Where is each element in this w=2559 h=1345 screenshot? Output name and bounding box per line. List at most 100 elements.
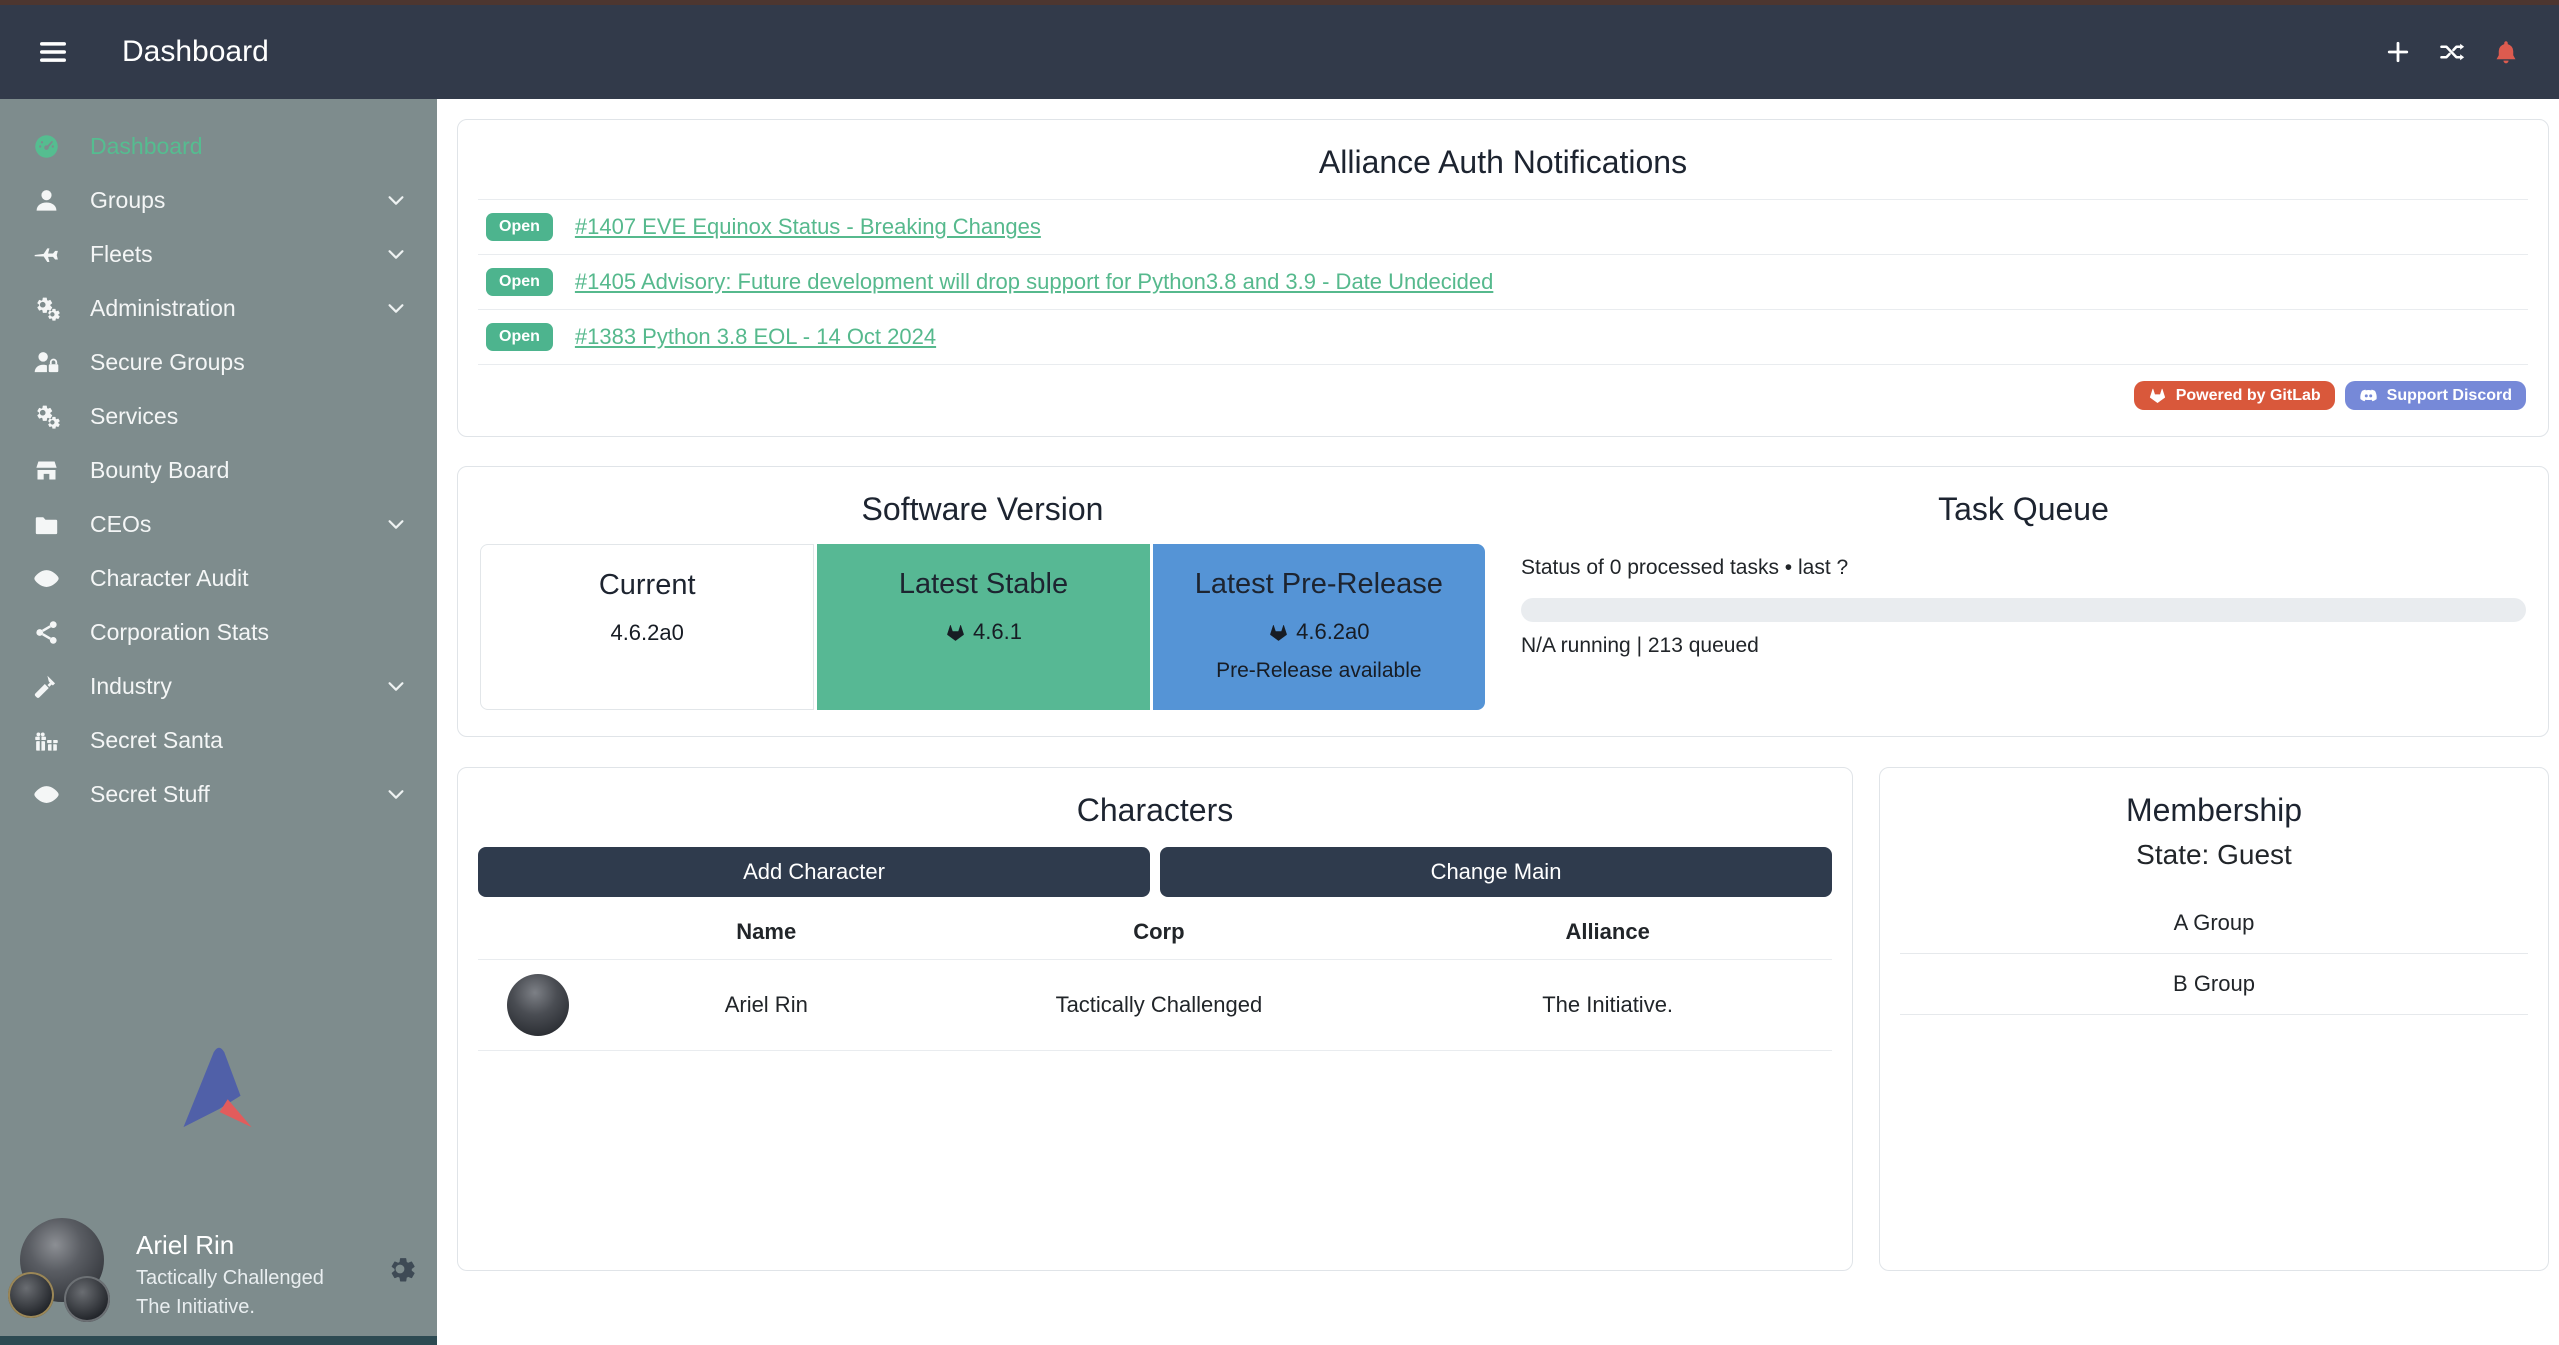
chevron-down-icon bbox=[385, 189, 407, 211]
add-character-button[interactable]: Add Character bbox=[478, 847, 1150, 897]
status-badge: Open bbox=[486, 323, 553, 351]
sidebar-item-ceos[interactable]: CEOs bbox=[0, 497, 437, 551]
gear-icon bbox=[385, 1254, 415, 1284]
sidebar-item-label: Industry bbox=[90, 673, 172, 700]
character-portrait bbox=[507, 974, 569, 1036]
sidebar-item-services[interactable]: Services bbox=[0, 389, 437, 443]
column-alliance: Alliance bbox=[1383, 903, 1832, 959]
sidebar-item-secret-stuff[interactable]: Secret Stuff bbox=[0, 767, 437, 821]
bell-icon bbox=[2492, 38, 2520, 66]
gitlab-icon bbox=[945, 622, 966, 643]
sidebar-toggle-button[interactable] bbox=[30, 30, 76, 74]
sidebar-user-panel: Ariel Rin Tactically Challenged The Init… bbox=[0, 1214, 437, 1336]
sidebar-item-corporation-stats[interactable]: Corporation Stats bbox=[0, 605, 437, 659]
notification-link[interactable]: #1407 EVE Equinox Status - Breaking Chan… bbox=[575, 214, 1041, 240]
hammer-icon bbox=[33, 673, 60, 700]
chevron-down-icon bbox=[385, 675, 407, 697]
corp-logo-badge bbox=[8, 1272, 54, 1318]
group-item: A Group bbox=[1900, 893, 2528, 954]
badge-label: Support Discord bbox=[2387, 387, 2512, 405]
sidebar-item-label: Dashboard bbox=[90, 133, 203, 160]
alliance-logo-badge bbox=[64, 1276, 110, 1322]
sidebar-item-administration[interactable]: Administration bbox=[0, 281, 437, 335]
add-character-nav-button[interactable] bbox=[2375, 30, 2421, 74]
sidebar-item-secure-groups[interactable]: Secure Groups bbox=[0, 335, 437, 389]
change-main-button[interactable]: Change Main bbox=[1160, 847, 1832, 897]
character-alliance: The Initiative. bbox=[1383, 977, 1832, 1033]
gitlab-badge[interactable]: Powered by GitLab bbox=[2134, 381, 2335, 410]
characters-panel: Characters Add Character Change Main Nam… bbox=[457, 767, 1853, 1271]
user-settings-button[interactable] bbox=[385, 1254, 415, 1287]
sidebar-item-secret-santa[interactable]: Secret Santa bbox=[0, 713, 437, 767]
version-box-label: Latest Stable bbox=[817, 568, 1149, 601]
character-row: Ariel RinTactically ChallengedThe Initia… bbox=[478, 959, 1832, 1051]
sidebar-item-dashboard[interactable]: Dashboard bbox=[0, 119, 437, 173]
sidebar-item-label: Secret Stuff bbox=[90, 781, 210, 808]
eye-icon bbox=[33, 781, 60, 808]
sidebar-menu: Dashboard Groups Fleets Administration Secur… bbox=[0, 119, 437, 821]
sidebar-item-industry[interactable]: Industry bbox=[0, 659, 437, 713]
sidebar-item-character-audit[interactable]: Character Audit bbox=[0, 551, 437, 605]
sidebar-item-label: Fleets bbox=[90, 241, 153, 268]
version-value: 4.6.2a0 bbox=[481, 620, 813, 646]
character-corp: Tactically Challenged bbox=[935, 977, 1384, 1033]
chevron-down-icon bbox=[385, 783, 407, 805]
gitlab-icon bbox=[2148, 386, 2167, 405]
user-alliance: The Initiative. bbox=[136, 1296, 367, 1319]
version-taskqueue-panel: Software Version Current4.6.2a0Latest St… bbox=[457, 466, 2549, 737]
version-boxes: Current4.6.2a0Latest Stable 4.6.1Latest P… bbox=[480, 544, 1485, 710]
gitlab-icon bbox=[1268, 622, 1289, 643]
switch-character-button[interactable] bbox=[2429, 30, 2475, 74]
task-queue-progressbar bbox=[1521, 598, 2526, 622]
sidebar-item-label: Corporation Stats bbox=[90, 619, 269, 646]
page-title: Dashboard bbox=[122, 35, 269, 69]
notifications-button[interactable] bbox=[2483, 30, 2529, 74]
notification-link[interactable]: #1405 Advisory: Future development will … bbox=[575, 269, 1493, 295]
notifications-title: Alliance Auth Notifications bbox=[458, 144, 2548, 181]
sidebar-item-label: Administration bbox=[90, 295, 236, 322]
user-icon bbox=[33, 187, 60, 214]
store-icon bbox=[33, 457, 60, 484]
character-name: Ariel Rin bbox=[598, 977, 935, 1033]
navbar-actions bbox=[2375, 30, 2529, 74]
share-icon bbox=[33, 619, 60, 646]
user-corp: Tactically Challenged bbox=[136, 1267, 367, 1290]
sidebar-item-label: Secret Santa bbox=[90, 727, 223, 754]
version-value: 4.6.1 bbox=[817, 619, 1149, 645]
status-badge: Open bbox=[486, 268, 553, 296]
membership-groups: A GroupB Group bbox=[1900, 893, 2528, 1015]
characters-title: Characters bbox=[458, 792, 1852, 829]
hamburger-icon bbox=[38, 37, 68, 67]
sidebar-item-fleets[interactable]: Fleets bbox=[0, 227, 437, 281]
external-badges-row: Powered by GitLab Support Discord bbox=[458, 365, 2548, 430]
notification-row: Open #1405 Advisory: Future development w… bbox=[478, 255, 2528, 310]
task-queue-status: Status of 0 processed tasks • last ? bbox=[1521, 556, 2526, 580]
software-version-title: Software Version bbox=[480, 491, 1485, 528]
shuffle-icon bbox=[2438, 38, 2466, 66]
notification-link[interactable]: #1383 Python 3.8 EOL - 14 Oct 2024 bbox=[575, 324, 936, 350]
notification-row: Open #1383 Python 3.8 EOL - 14 Oct 2024 bbox=[478, 310, 2528, 365]
sidebar-item-bounty-board[interactable]: Bounty Board bbox=[0, 443, 437, 497]
sidebar-item-label: Secure Groups bbox=[90, 349, 245, 376]
column-corp: Corp bbox=[935, 903, 1384, 959]
main-content: Alliance Auth Notifications Open #1407 EV… bbox=[437, 99, 2559, 1345]
characters-table: NameCorpAlliance Ariel RinTactically Cha… bbox=[478, 903, 1832, 1051]
chevron-down-icon bbox=[385, 243, 407, 265]
version-box-prerelease: Latest Pre-Release4.6.2a0Pre-Release ava… bbox=[1153, 544, 1485, 710]
sidebar-item-groups[interactable]: Groups bbox=[0, 173, 437, 227]
badge-label: Powered by GitLab bbox=[2176, 387, 2321, 405]
sidebar-footer-strip bbox=[0, 1336, 437, 1345]
cogs-icon bbox=[33, 403, 60, 430]
characters-table-header: NameCorpAlliance bbox=[478, 903, 1832, 959]
version-value: 4.6.2a0 bbox=[1153, 619, 1485, 645]
software-version-section: Software Version Current4.6.2a0Latest St… bbox=[480, 467, 1485, 716]
discord-badge[interactable]: Support Discord bbox=[2345, 381, 2526, 410]
plus-icon bbox=[2384, 38, 2412, 66]
group-item: B Group bbox=[1900, 954, 2528, 1015]
version-box-current: Current4.6.2a0 bbox=[480, 544, 814, 710]
sidebar-item-label: CEOs bbox=[90, 511, 151, 538]
top-navbar: Dashboard bbox=[0, 5, 2559, 99]
column-avatar bbox=[478, 916, 598, 946]
version-note: Pre-Release available bbox=[1153, 659, 1485, 683]
chevron-down-icon bbox=[385, 513, 407, 535]
